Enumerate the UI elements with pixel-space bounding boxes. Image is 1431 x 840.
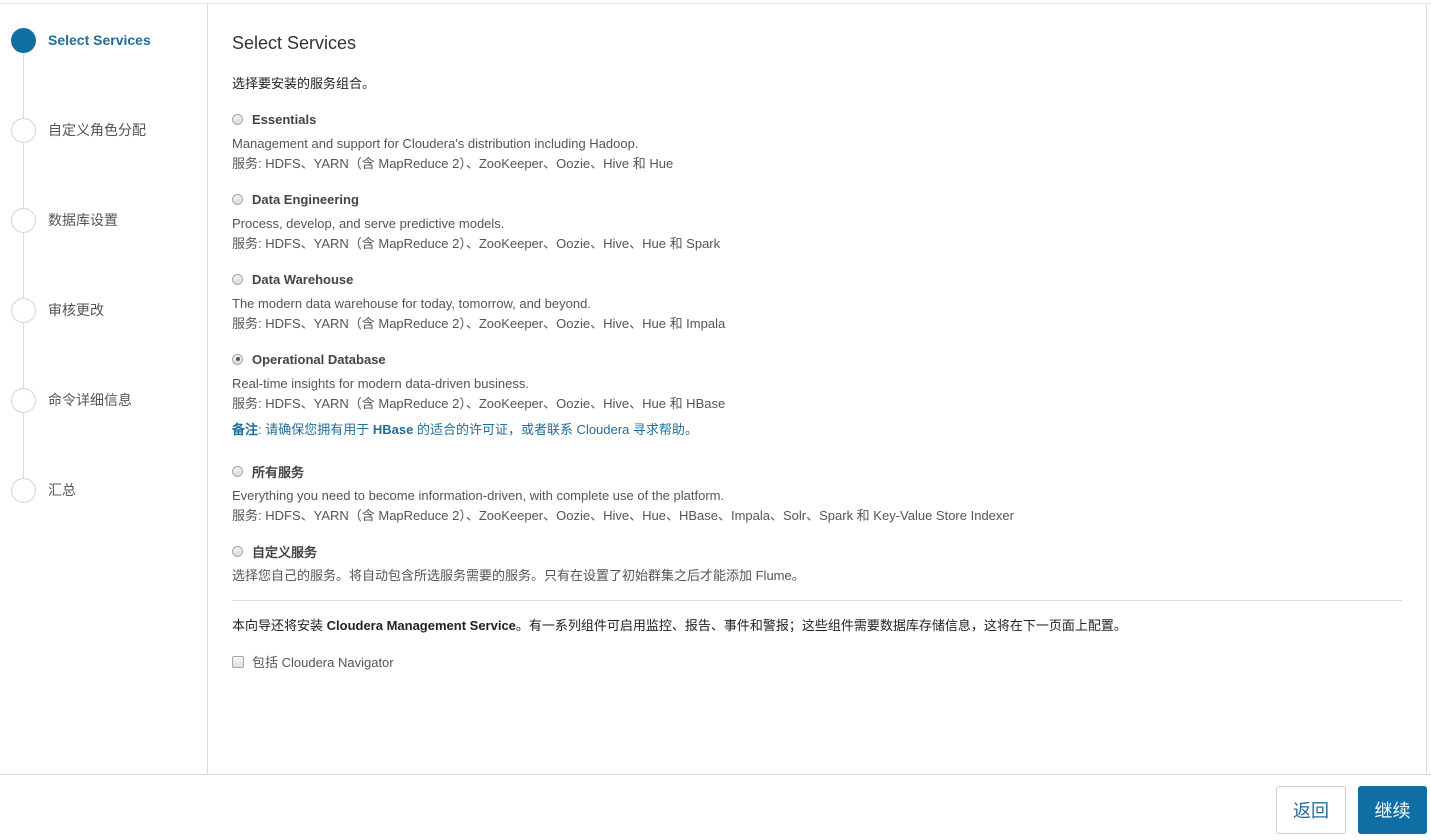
radio-button-selected[interactable] — [232, 353, 243, 365]
page-title: Select Services — [232, 33, 357, 53]
include-navigator-label: 包括 Cloudera Navigator — [252, 655, 394, 670]
wizard-sidebar: Select Services 自定义角色分配 数据库设置 审核更改 命令详细信… — [0, 4, 208, 774]
option-title: Essentials — [252, 111, 317, 127]
note-label: 备注 — [232, 422, 259, 437]
option-title: Data Warehouse — [252, 271, 354, 287]
option-title: Data Engineering — [252, 191, 359, 207]
service-option-all-services: 所有服务 Everything you need to become infor… — [232, 461, 1402, 526]
option-services: 服务: HDFS、YARN（含 MapReduce 2）、ZooKeeper、O… — [232, 396, 726, 411]
step-circle-icon — [11, 27, 36, 53]
option-radio-row[interactable]: Data Warehouse — [232, 269, 1402, 289]
option-radio-row[interactable]: Data Engineering — [232, 189, 1402, 209]
mgmt-text-pre: 本向导还将安装 — [232, 618, 327, 633]
option-title: 自定义服务 — [252, 544, 318, 560]
step-command-details[interactable]: 命令详细信息 — [11, 387, 201, 413]
service-option-custom-services: 自定义服务 选择您自己的服务。将自动包含所选服务需要的服务。只有在设置了初始群集… — [232, 541, 1402, 586]
option-services: 服务: HDFS、YARN（含 MapReduce 2）、ZooKeeper、O… — [232, 316, 726, 331]
step-label: 汇总 — [48, 482, 76, 498]
option-radio-row[interactable]: 自定义服务 — [232, 541, 1402, 561]
step-circle-icon — [11, 207, 36, 233]
step-circle-icon — [11, 477, 36, 503]
option-title: Operational Database — [252, 351, 386, 367]
option-description: Management and support for Cloudera's di… — [232, 136, 639, 151]
wizard-footer: 返回 继续 — [0, 774, 1431, 840]
step-summary[interactable]: 汇总 — [11, 477, 201, 503]
option-title: 所有服务 — [252, 464, 305, 480]
note-text-bold: HBase — [372, 422, 414, 437]
service-option-essentials: Essentials Management and support for Cl… — [232, 109, 1402, 174]
mgmt-text-bold: Cloudera Management Service — [326, 618, 516, 633]
radio-button[interactable] — [232, 113, 243, 125]
radio-button[interactable] — [232, 273, 243, 285]
option-services: 服务: HDFS、YARN（含 MapReduce 2）、ZooKeeper、O… — [232, 236, 721, 251]
mgmt-text-post: 。有一系列组件可启用监控、报告、事件和警报；这些组件需要数据库存储信息，这将在下… — [515, 618, 1127, 633]
step-label: 自定义角色分配 — [48, 122, 146, 138]
step-label: 命令详细信息 — [48, 392, 132, 408]
radio-button[interactable] — [232, 193, 243, 205]
include-navigator-checkbox[interactable] — [232, 655, 244, 668]
step-select-services[interactable]: Select Services — [11, 27, 201, 53]
service-option-data-warehouse: Data Warehouse The modern data warehouse… — [232, 269, 1402, 334]
option-description: Process, develop, and serve predictive m… — [232, 216, 505, 231]
page-subtitle: 选择要安装的服务组合。 — [232, 76, 376, 91]
radio-button[interactable] — [232, 545, 243, 557]
option-description: The modern data warehouse for today, tom… — [232, 296, 591, 311]
step-label: Select Services — [48, 32, 151, 48]
step-review-changes[interactable]: 审核更改 — [11, 297, 201, 323]
back-button[interactable]: 返回 — [1276, 786, 1346, 834]
main-content: Select Services 选择要安装的服务组合。 Essentials M… — [232, 0, 1404, 770]
step-custom-role-assignment[interactable]: 自定义角色分配 — [11, 117, 201, 143]
service-option-operational-database: Operational Database Real-time insights … — [232, 349, 1402, 440]
continue-button[interactable]: 继续 — [1358, 786, 1427, 834]
section-divider — [232, 600, 1402, 601]
option-services: 服务: HDFS、YARN（含 MapReduce 2）、ZooKeeper、O… — [232, 508, 1014, 523]
content-right-border — [1426, 4, 1427, 774]
management-service-notice: 本向导还将安装 Cloudera Management Service。有一系列… — [232, 615, 1127, 634]
step-label: 审核更改 — [48, 302, 104, 318]
option-radio-row[interactable]: Essentials — [232, 109, 1402, 129]
note-text-pre: : 请确保您拥有用于 — [258, 422, 373, 437]
step-circle-icon — [11, 387, 36, 413]
option-description: Real-time insights for modern data-drive… — [232, 376, 529, 391]
option-description: Everything you need to become informatio… — [232, 488, 725, 503]
radio-button[interactable] — [232, 465, 243, 477]
step-circle-icon — [11, 117, 36, 143]
option-description: 选择您自己的服务。将自动包含所选服务需要的服务。只有在设置了初始群集之后才能添加… — [232, 568, 805, 583]
service-option-data-engineering: Data Engineering Process, develop, and s… — [232, 189, 1402, 254]
step-circle-icon — [11, 297, 36, 323]
step-database-setup[interactable]: 数据库设置 — [11, 207, 201, 233]
step-label: 数据库设置 — [48, 212, 118, 228]
license-note: 备注: 请确保您拥有用于 HBase 的适合的许可证，或者联系 Cloudera… — [232, 420, 1402, 440]
option-radio-row[interactable]: Operational Database — [232, 349, 1402, 369]
option-services: 服务: HDFS、YARN（含 MapReduce 2）、ZooKeeper、O… — [232, 156, 674, 171]
step-connector-line — [23, 44, 24, 494]
note-text-post: 的适合的许可证，或者联系 Cloudera 寻求帮助。 — [413, 422, 698, 437]
option-radio-row[interactable]: 所有服务 — [232, 461, 1402, 481]
include-navigator-option[interactable]: 包括 Cloudera Navigator — [232, 652, 394, 671]
